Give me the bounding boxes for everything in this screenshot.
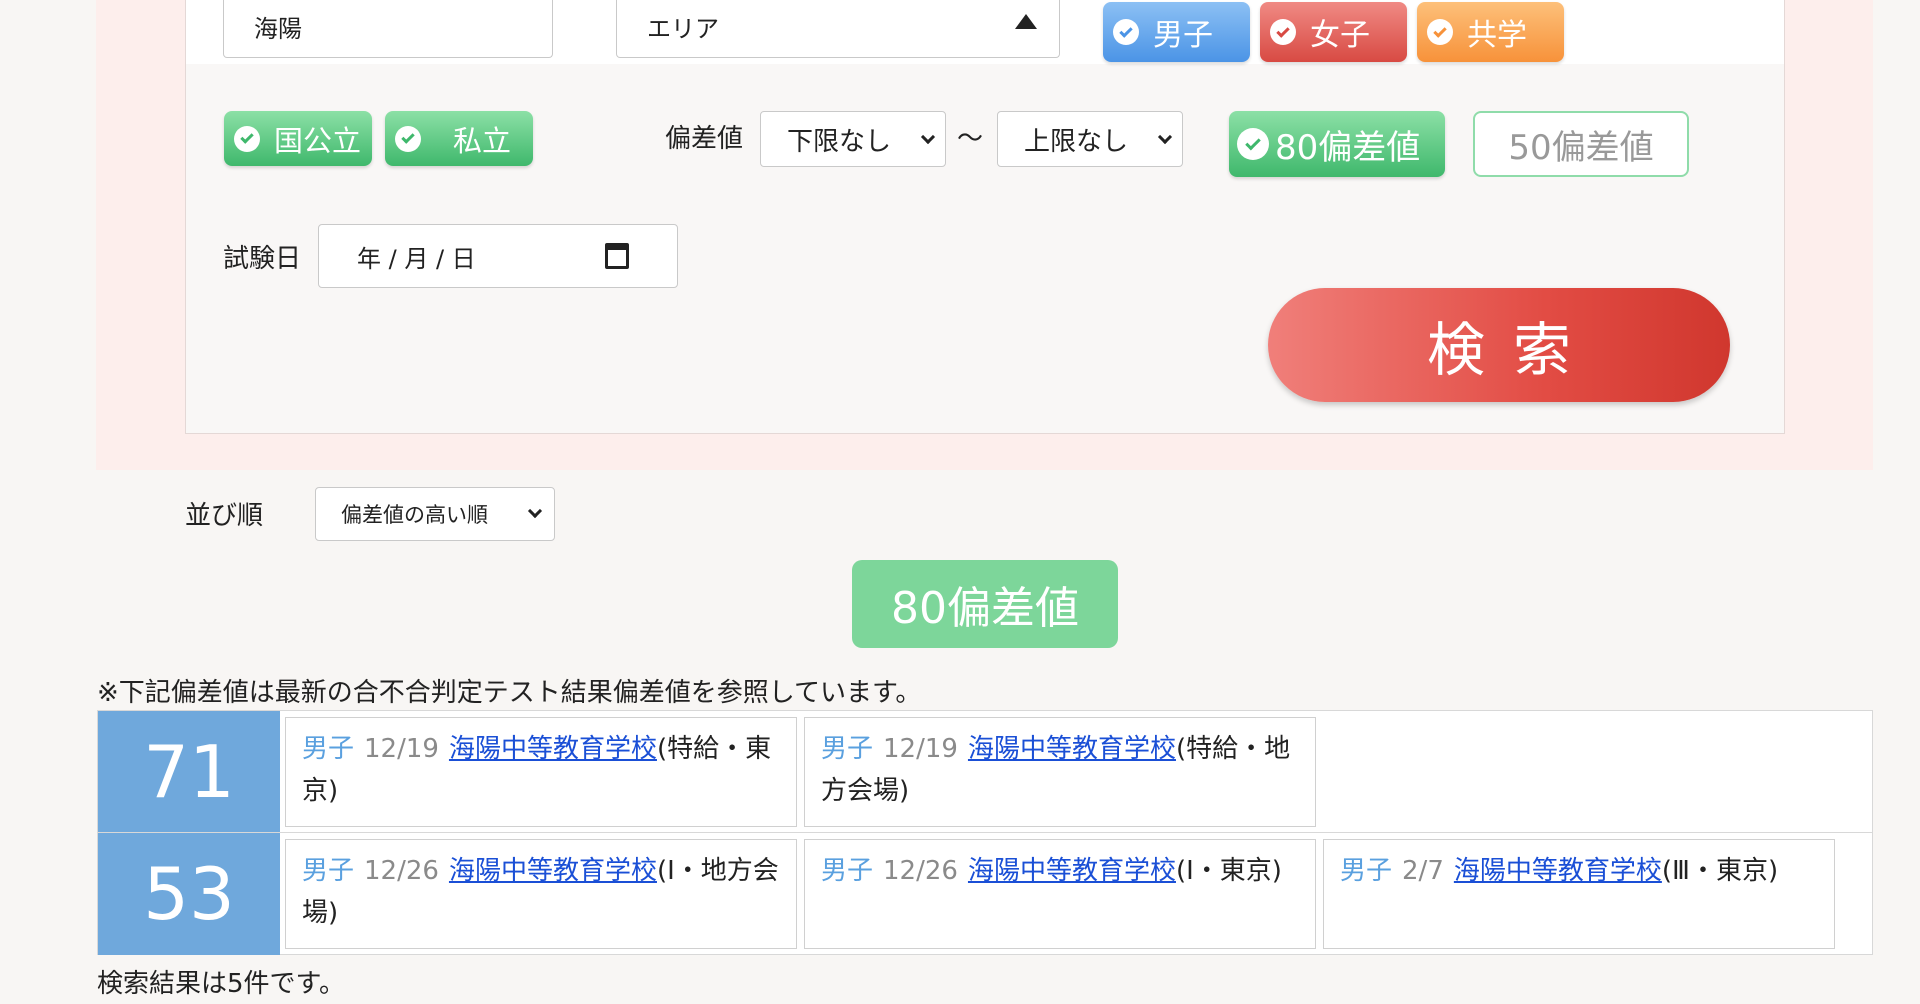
exam-date: 12/26 (364, 856, 439, 886)
chevron-down-icon (920, 129, 936, 145)
deviation-50-button[interactable]: 50偏差値 (1473, 111, 1689, 177)
area-select-value: エリア (647, 15, 719, 43)
exam-gender: 男子 (821, 856, 874, 886)
gender-tag-girls-label: 女子 (1310, 18, 1370, 53)
table-row: 71 男子 12/19 海陽中等教育学校(特給・東京) 男子 12/19 海陽中等教育学… (98, 711, 1872, 833)
exam-detail: (Ⅰ・東京) (1175, 856, 1282, 886)
sort-select[interactable]: 偏差値の高い順 (315, 487, 555, 541)
deviation-group-badge: 80偏差値 (852, 560, 1118, 648)
chevron-down-icon (527, 503, 543, 519)
table-row: 53 男子 12/26 海陽中等教育学校(Ⅰ・地方会場) 男子 12/26 海陽中等教育… (98, 833, 1872, 955)
school-link[interactable]: 海陽中等教育学校 (968, 856, 1176, 886)
keyword-input-value: 海陽 (254, 15, 302, 43)
check-icon (1270, 19, 1296, 45)
deviation-label: 偏差値 (665, 124, 744, 154)
type-tag-public-label: 国公立 (274, 123, 362, 158)
gender-tag-coed[interactable]: 共学 (1417, 2, 1564, 62)
calendar-icon[interactable] (605, 243, 629, 269)
exam-gender: 男子 (821, 734, 874, 764)
keyword-input[interactable]: 海陽 (223, 0, 553, 58)
exam-date-value: 年 / 月 / 日 (357, 244, 476, 273)
check-icon (1427, 19, 1453, 45)
sort-label: 並び順 (185, 501, 264, 531)
chevron-down-icon (1157, 129, 1173, 145)
type-tag-private[interactable]: 私立 (385, 111, 533, 166)
gender-tag-girls[interactable]: 女子 (1260, 2, 1407, 62)
check-icon (395, 125, 421, 152)
gender-tag-boys[interactable]: 男子 (1103, 2, 1250, 62)
gender-tag-boys-label: 男子 (1153, 18, 1213, 53)
deviation-group-badge-label: 80偏差値 (891, 583, 1079, 634)
exam-detail: (Ⅲ・東京) (1661, 856, 1779, 886)
deviation-score: 53 (98, 833, 280, 955)
school-link[interactable]: 海陽中等教育学校 (449, 734, 657, 764)
check-icon (234, 125, 260, 152)
exam-date: 12/26 (883, 856, 958, 886)
deviation-score: 71 (98, 711, 280, 832)
check-icon (1237, 128, 1269, 160)
type-tag-private-label: 私立 (453, 123, 512, 158)
deviation-low-select[interactable]: 下限なし (760, 111, 946, 167)
exam-entry: 男子 12/26 海陽中等教育学校(Ⅰ・東京) (804, 839, 1316, 949)
school-link[interactable]: 海陽中等教育学校 (1454, 856, 1662, 886)
type-tag-public[interactable]: 国公立 (224, 111, 372, 166)
exam-date-label: 試験日 (223, 244, 302, 274)
search-button[interactable]: 検索 (1268, 288, 1730, 402)
exam-date: 12/19 (364, 734, 439, 764)
exam-date: 2/7 (1402, 856, 1444, 886)
exam-date-input[interactable]: 年 / 月 / 日 (318, 224, 678, 288)
exam-entry: 男子 2/7 海陽中等教育学校(Ⅲ・東京) (1323, 839, 1835, 949)
exam-entry: 男子 12/19 海陽中等教育学校(特給・地方会場) (804, 717, 1316, 827)
check-icon (1113, 19, 1139, 45)
school-link[interactable]: 海陽中等教育学校 (968, 734, 1176, 764)
triangle-up-icon (1015, 14, 1037, 29)
deviation-80-label: 80偏差値 (1275, 127, 1421, 168)
gender-tag-coed-label: 共学 (1467, 18, 1527, 53)
exam-date: 12/19 (883, 734, 958, 764)
deviation-80-button[interactable]: 80偏差値 (1229, 111, 1445, 177)
search-panel: 海陽 エリア 男子 女子 共学 国公立 私立 偏差値 下限なし 〜 上限なし 8… (185, 0, 1785, 434)
sort-select-value: 偏差値の高い順 (341, 503, 488, 527)
exam-gender: 男子 (302, 734, 355, 764)
results-table: 71 男子 12/19 海陽中等教育学校(特給・東京) 男子 12/19 海陽中等教育学… (97, 710, 1873, 955)
search-button-label: 検索 (1426, 316, 1599, 384)
school-link[interactable]: 海陽中等教育学校 (449, 856, 657, 886)
deviation-tilde: 〜 (957, 124, 984, 154)
deviation-low-value: 下限なし (787, 126, 892, 157)
deviation-50-label: 50偏差値 (1508, 127, 1654, 168)
deviation-high-value: 上限なし (1024, 126, 1129, 157)
exam-entry: 男子 12/26 海陽中等教育学校(Ⅰ・地方会場) (285, 839, 797, 949)
result-count: 検索結果は5件です。 (97, 969, 345, 999)
deviation-high-select[interactable]: 上限なし (997, 111, 1183, 167)
deviation-note: ※下記偏差値は最新の合不合判定テスト結果偏差値を参照しています。 (97, 678, 922, 708)
area-select[interactable]: エリア (616, 0, 1060, 58)
exam-gender: 男子 (1340, 856, 1393, 886)
exam-gender: 男子 (302, 856, 355, 886)
exam-entry: 男子 12/19 海陽中等教育学校(特給・東京) (285, 717, 797, 827)
